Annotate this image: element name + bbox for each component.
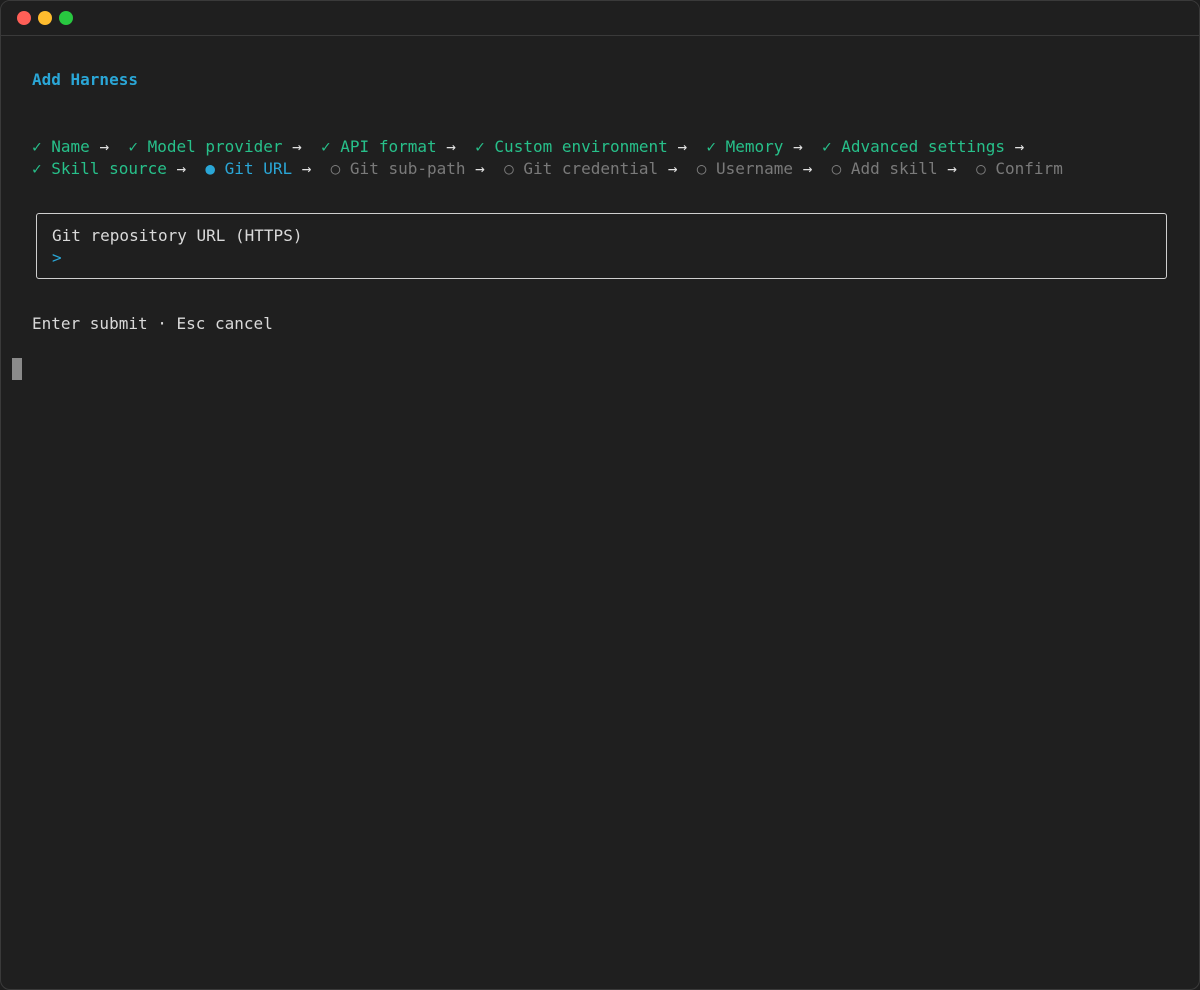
step-separator-arrow: → [1014,137,1025,156]
terminal-cursor [12,358,22,380]
close-window-button[interactable] [17,11,31,25]
wizard-step: ○ Add skill [831,159,938,178]
input-box[interactable]: Git repository URL (HTTPS) > [36,213,1167,279]
title-bar [1,1,1199,36]
minimize-window-button[interactable] [38,11,52,25]
step-separator-arrow: → [793,137,803,156]
terminal-window: Add Harness ✓ Name → ✓ Model provider → … [0,0,1200,990]
wizard-steps-row-1: ✓ Name → ✓ Model provider → ✓ API format… [32,136,1044,158]
prompt-marker: > [52,248,62,267]
wizard-step: ○ Username [696,159,794,178]
wizard-step: ✓ Skill source [32,159,167,178]
page-title: Add Harness [32,70,138,89]
step-separator-arrow: → [677,137,688,156]
step-separator-arrow: → [475,159,485,178]
step-separator-arrow: → [667,159,678,178]
wizard-step: ✓ Advanced settings [821,137,1005,156]
wizard-step: ○ Git sub-path [330,159,466,178]
step-separator-arrow: → [446,137,456,156]
maximize-window-button[interactable] [59,11,73,25]
step-separator-arrow: → [176,159,187,178]
wizard-steps-row-2: ✓ Skill source → ● Git URL → ○ Git sub-p… [32,158,1063,180]
wizard-step: ✓ Model provider [128,137,283,156]
wizard-step: ✓ Name [32,137,90,156]
step-separator-arrow: → [947,159,957,178]
wizard-step: ○ Confirm [976,159,1063,178]
input-field[interactable]: > [52,247,62,269]
step-separator-arrow: → [301,159,312,178]
step-separator-arrow: → [802,159,813,178]
wizard-step: ✓ API format [321,137,437,156]
wizard-step: ● Git URL [205,159,293,178]
wizard-step: ✓ Memory [706,137,784,156]
keyboard-hint: Enter submit · Esc cancel [32,314,273,333]
step-separator-arrow: → [99,137,110,156]
step-separator-arrow: → [292,137,302,156]
wizard-step: ✓ Custom environment [475,137,668,156]
wizard-step: ○ Git credential [504,159,659,178]
input-label: Git repository URL (HTTPS) [52,226,303,245]
